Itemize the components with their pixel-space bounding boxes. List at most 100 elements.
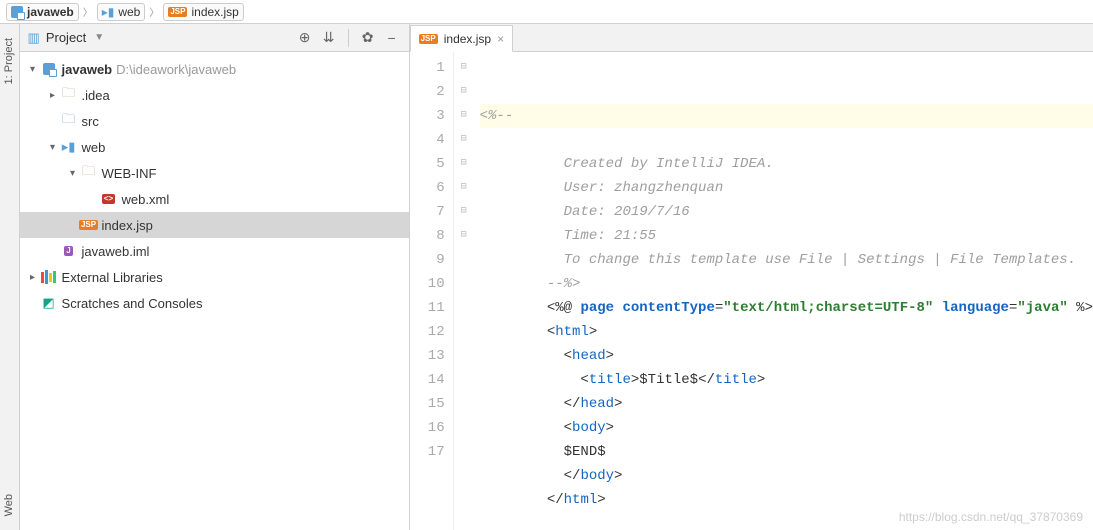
tree-label: WEB-INF [102, 166, 157, 181]
line-number: 16 [410, 416, 445, 440]
code-text: > [614, 396, 622, 412]
code-text: < [547, 372, 589, 388]
tree-node-scratches[interactable]: ◩ Scratches and Consoles [20, 290, 409, 316]
code-text: Date: 2019/7/16 [547, 204, 690, 220]
rail-web-button[interactable]: Web [2, 488, 16, 522]
folder-icon: 🗀 [60, 113, 78, 129]
gear-icon[interactable]: ✿ [359, 29, 377, 47]
code-text: title [715, 372, 757, 388]
iml-icon: J [60, 243, 78, 259]
code-text: < [547, 420, 572, 436]
library-icon [40, 269, 58, 285]
line-number: 8 [410, 224, 445, 248]
breadcrumb-item-web[interactable]: ▸▮ web [97, 3, 146, 21]
line-number: 11 [410, 296, 445, 320]
code-text: --%> [547, 276, 581, 292]
chevron-down-icon[interactable]: ▾ [46, 142, 60, 153]
collapse-all-icon[interactable]: ⇊ [320, 29, 338, 47]
line-number: 14 [410, 368, 445, 392]
code-text: </ [547, 468, 581, 484]
chevron-right-icon: 〉 [149, 4, 159, 19]
tree-node-webinf[interactable]: ▾ 🗀 WEB-INF [20, 160, 409, 186]
code-text: "java" [1017, 300, 1067, 316]
line-number: 2 [410, 80, 445, 104]
close-icon[interactable]: × [497, 32, 504, 46]
code-text: <%-- [480, 108, 514, 124]
breadcrumb-label: javaweb [27, 5, 74, 19]
tree-node-indexjsp[interactable]: JSP index.jsp [20, 212, 409, 238]
tree-label: Scratches and Consoles [62, 296, 203, 311]
jsp-icon: JSP [80, 217, 98, 233]
code-text: < [547, 348, 572, 364]
fold-gutter: ⊟⊟ ⊟⊟⊟⊟⊟⊟ [454, 52, 474, 530]
project-tree: ▾ javaweb D:\ideawork\javaweb ▸ 🗀 .idea … [20, 52, 409, 530]
chevron-down-icon[interactable]: ▼ [94, 32, 104, 43]
code-editor[interactable]: 1 2 3 4 5 6 7 8 9 10 11 12 13 14 15 16 1… [410, 52, 1093, 530]
code-text: <%@ [547, 300, 581, 316]
tree-label: index.jsp [102, 218, 153, 233]
folder-icon: 🗀 [80, 165, 98, 181]
code-text: title [589, 372, 631, 388]
line-number: 1 [410, 56, 445, 80]
code-text: > [597, 492, 605, 508]
scratches-icon: ◩ [40, 295, 58, 311]
code-text: body [572, 420, 606, 436]
code-text: </ [547, 492, 564, 508]
tree-label: web [82, 140, 106, 155]
rail-project-button[interactable]: 1: Project [2, 32, 16, 90]
jsp-icon: JSP [419, 34, 438, 44]
project-panel-header: ▥ Project ▼ ⊕ ⇊ ✿ − [20, 24, 409, 52]
breadcrumb-item-project[interactable]: javaweb [6, 3, 79, 21]
tree-label: web.xml [122, 192, 170, 207]
line-number: 5 [410, 152, 445, 176]
tree-node-extlib[interactable]: ▸ External Libraries [20, 264, 409, 290]
hide-icon[interactable]: − [383, 29, 401, 47]
watermark: https://blog.csdn.net/qq_37870369 [899, 510, 1083, 524]
chevron-right-icon[interactable]: ▸ [46, 90, 60, 101]
line-number: 13 [410, 344, 445, 368]
tree-node-iml[interactable]: J javaweb.iml [20, 238, 409, 264]
code-text: > [614, 468, 622, 484]
code-text: > [631, 372, 639, 388]
code-text: contentType [614, 300, 715, 316]
project-view-icon: ▥ [28, 30, 40, 46]
tree-node-webxml[interactable]: <> web.xml [20, 186, 409, 212]
tab-label: index.jsp [444, 32, 491, 46]
line-gutter: 1 2 3 4 5 6 7 8 9 10 11 12 13 14 15 16 1… [410, 52, 454, 530]
code-text: To change this template use File | Setti… [547, 252, 1076, 268]
code-text: head [580, 396, 614, 412]
chevron-down-icon[interactable]: ▾ [66, 168, 80, 179]
tree-label: .idea [82, 88, 110, 103]
code-text: body [580, 468, 614, 484]
code-text: > [757, 372, 765, 388]
code-text: </ [698, 372, 715, 388]
code-text: html [555, 324, 589, 340]
line-number: 3 [410, 104, 445, 128]
chevron-right-icon[interactable]: ▸ [26, 272, 40, 283]
locate-icon[interactable]: ⊕ [296, 29, 314, 47]
tree-label: src [82, 114, 99, 129]
line-number: 9 [410, 248, 445, 272]
code-text: "text/html;charset=UTF-8" [723, 300, 933, 316]
code-text: %> [1068, 300, 1093, 316]
code-text: $Title$ [639, 372, 698, 388]
breadcrumb-label: web [118, 5, 140, 19]
folder-icon: ▸▮ [60, 139, 78, 155]
jsp-icon: JSP [168, 7, 187, 17]
code-text: Time: 21:55 [547, 228, 656, 244]
tree-node-root[interactable]: ▾ javaweb D:\ideawork\javaweb [20, 56, 409, 82]
breadcrumb-label: index.jsp [191, 5, 238, 19]
breadcrumb-item-file[interactable]: JSP index.jsp [163, 3, 244, 21]
chevron-down-icon[interactable]: ▾ [26, 64, 40, 75]
code-content[interactable]: <%-- Created by IntelliJ IDEA. User: zha… [474, 52, 1093, 530]
module-icon [11, 6, 23, 18]
tree-node-src[interactable]: 🗀 src [20, 108, 409, 134]
tree-node-idea[interactable]: ▸ 🗀 .idea [20, 82, 409, 108]
tree-label: javaweb [62, 62, 113, 77]
tree-path: D:\ideawork\javaweb [116, 62, 236, 77]
code-text: language [933, 300, 1009, 316]
editor-tab[interactable]: JSP index.jsp × [410, 25, 514, 52]
panel-title[interactable]: Project [46, 30, 86, 45]
code-text: </ [547, 396, 581, 412]
tree-node-web[interactable]: ▾ ▸▮ web [20, 134, 409, 160]
